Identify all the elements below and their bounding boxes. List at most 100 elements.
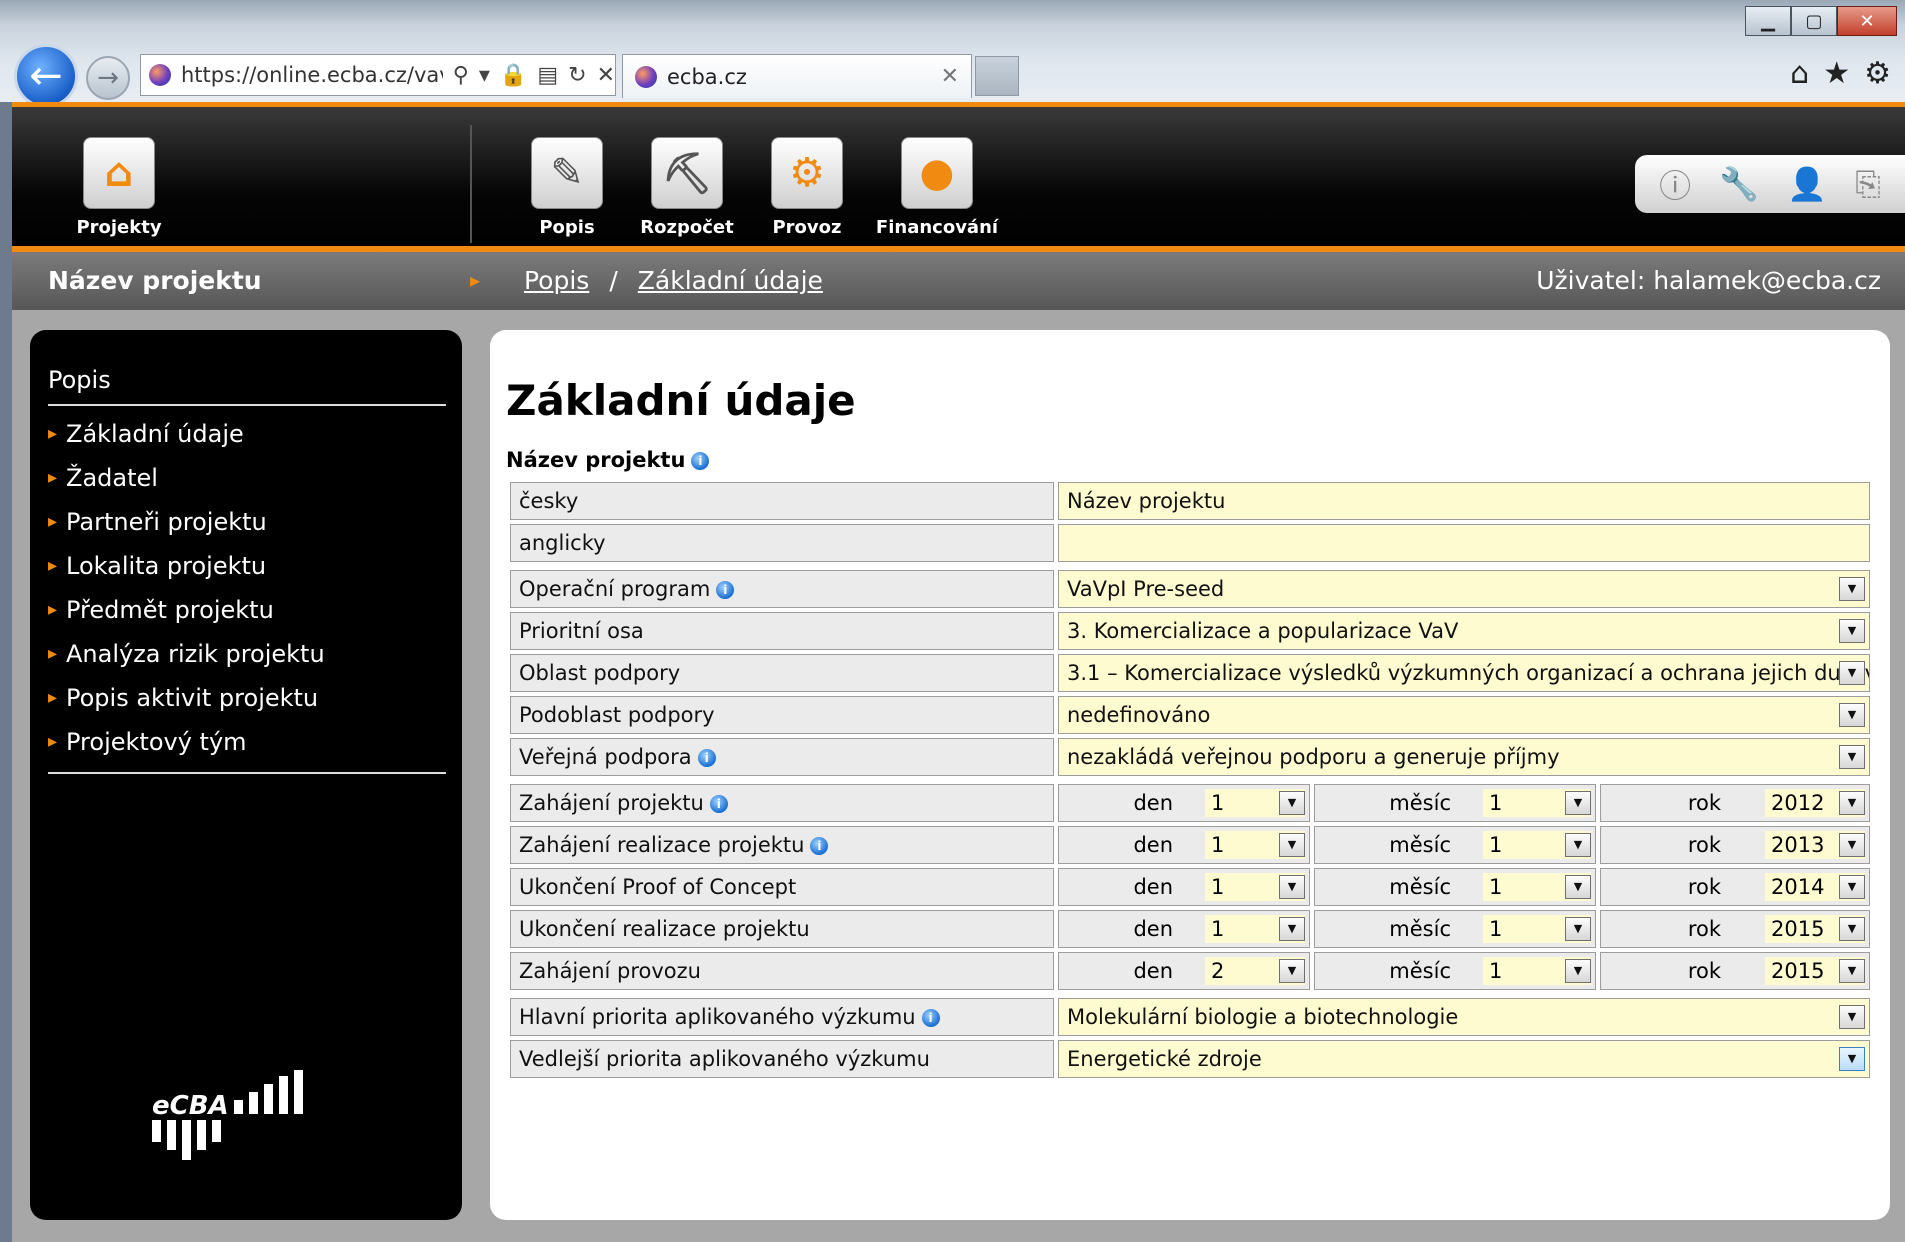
header-button-label: Projekty (76, 217, 162, 238)
gears-icon: ⚙ (771, 137, 843, 209)
month-label: měsíc (1389, 959, 1451, 983)
header-button-rozpocet[interactable]: ⛏ Rozpočet (632, 137, 742, 238)
sidebar-item-analyza-rizik[interactable]: Analýza rizik projektu (48, 634, 446, 678)
close-window-button[interactable]: ✕ (1837, 6, 1897, 36)
chevron-down-icon[interactable]: ▼ (1839, 1005, 1865, 1029)
chevron-down-icon[interactable]: ▼ (1565, 959, 1591, 983)
info-icon[interactable]: i (810, 837, 829, 855)
search-icon[interactable]: ⚲ (453, 63, 469, 88)
stop-icon[interactable]: ✕ (597, 63, 615, 88)
browser-tab[interactable]: ecba.cz ✕ (622, 54, 972, 98)
breadcrumb-link-zakladni-udaje[interactable]: Základní údaje (638, 266, 823, 295)
header-button-financovani[interactable]: ● Financování (872, 137, 1002, 238)
new-tab-button[interactable] (975, 56, 1019, 96)
chevron-down-icon[interactable]: ▼ (1839, 745, 1865, 769)
app-header: ⌂ Projekty ✎ Popis ⛏ Rozpočet ⚙ Provoz ●… (12, 102, 1905, 252)
dropdown-arrow-icon[interactable]: ▾ (479, 63, 490, 88)
month-field: měsíc 1 ▼ (1314, 784, 1596, 822)
field-label: Operační program i (510, 570, 1054, 608)
info-icon[interactable]: ⓘ (1659, 161, 1691, 207)
chevron-down-icon[interactable]: ▼ (1279, 875, 1305, 899)
wrench-icon[interactable]: 🔧 (1719, 165, 1759, 203)
chevron-down-icon[interactable]: ▼ (1839, 917, 1865, 941)
header-button-popis[interactable]: ✎ Popis (512, 137, 622, 238)
current-user: Uživatel: halamek@ecba.cz (1536, 266, 1881, 295)
sidebar-item-predmet[interactable]: Předmět projektu (48, 590, 446, 634)
chevron-down-icon[interactable]: ▼ (1565, 917, 1591, 941)
name-section-title: Název projektu i (506, 448, 710, 472)
chevron-down-icon[interactable]: ▼ (1839, 833, 1865, 857)
chevron-down-icon[interactable]: ▼ (1279, 917, 1305, 941)
name-cz-input[interactable]: Název projektu (1058, 482, 1870, 520)
chevron-down-icon[interactable]: ▼ (1839, 661, 1865, 685)
breadcrumb-link-popis[interactable]: Popis (524, 266, 589, 295)
month-field: měsíc 1 ▼ (1314, 868, 1596, 906)
field-label: Zahájení provozu (510, 952, 1054, 990)
prioritni-osa-select[interactable]: 3. Komercializace a popularizace VaV ▼ (1058, 612, 1870, 650)
chevron-down-icon[interactable]: ▼ (1279, 791, 1305, 815)
chevron-down-icon[interactable]: ▼ (1565, 875, 1591, 899)
compat-view-icon[interactable]: ▤ (537, 63, 558, 88)
sidebar-item-lokalita[interactable]: Lokalita projektu (48, 546, 446, 590)
vedlejsi-priorita-select[interactable]: Energetické zdroje ▼ (1058, 1040, 1870, 1078)
month-label: měsíc (1389, 875, 1451, 899)
operacni-program-select[interactable]: VaVpI Pre-seed ▼ (1058, 570, 1870, 608)
browser-chrome: ▁ ▢ ✕ ← → https://online.ecba.cz/vavp ⚲ … (0, 0, 1905, 108)
header-button-projekty[interactable]: ⌂ Projekty (64, 137, 174, 238)
chevron-down-icon[interactable]: ▼ (1565, 791, 1591, 815)
sidebar-item-zadatel[interactable]: Žadatel (48, 458, 446, 502)
podoblast-podpory-select[interactable]: nedefinováno ▼ (1058, 696, 1870, 734)
chevron-down-icon[interactable]: ▼ (1839, 791, 1865, 815)
name-en-input[interactable] (1058, 524, 1870, 562)
info-icon[interactable]: i (709, 795, 728, 813)
oblast-podpory-select[interactable]: 3.1 – Komercializace výsledků výzkumných… (1058, 654, 1870, 692)
year-field: rok 2015 ▼ (1600, 910, 1870, 948)
excavator-icon: ⛏ (651, 137, 723, 209)
chevron-down-icon[interactable]: ▼ (1839, 959, 1865, 983)
year-field: rok 2013 ▼ (1600, 826, 1870, 864)
sidebar-item-zakladni-udaje[interactable]: Základní údaje (48, 414, 446, 458)
info-icon[interactable]: i (716, 581, 735, 599)
home-icon[interactable]: ⌂ (1790, 56, 1809, 91)
refresh-icon[interactable]: ↻ (568, 63, 586, 88)
project-name: Název projektu (48, 266, 262, 295)
user-icon[interactable]: 👤 (1787, 165, 1827, 203)
back-button[interactable]: ← (14, 44, 78, 108)
sidebar-section-title: Popis (48, 366, 446, 406)
chevron-down-icon[interactable]: ▼ (1839, 703, 1865, 727)
hlavni-priorita-select[interactable]: Molekulární biologie a biotechnologie ▼ (1058, 998, 1870, 1036)
chevron-down-icon[interactable]: ▼ (1279, 959, 1305, 983)
field-label: anglicky (510, 524, 1054, 562)
verejna-podpora-select[interactable]: nezakládá veřejnou podporu a generuje př… (1058, 738, 1870, 776)
chevron-down-icon[interactable]: ▼ (1279, 833, 1305, 857)
logout-icon[interactable]: ⎘ (1855, 165, 1881, 204)
chevron-down-icon[interactable]: ▼ (1839, 577, 1865, 601)
lock-icon[interactable]: 🔒 (500, 63, 527, 88)
favorites-star-icon[interactable]: ★ (1823, 56, 1850, 91)
breadcrumb-arrow-icon: ▸ (470, 268, 481, 292)
sidebar-item-popis-aktivit[interactable]: Popis aktivit projektu (48, 678, 446, 722)
day-label: den (1133, 791, 1173, 815)
chevron-down-icon[interactable]: ▼ (1839, 619, 1865, 643)
header-button-provoz[interactable]: ⚙ Provoz (752, 137, 862, 238)
chevron-down-icon[interactable]: ▼ (1565, 833, 1591, 857)
sidebar-item-partneri[interactable]: Partneři projektu (48, 502, 446, 546)
day-label: den (1133, 959, 1173, 983)
browser-toolbar-icons: ⌂ ★ ⚙ (1790, 56, 1891, 91)
forward-button[interactable]: → (86, 56, 130, 100)
day-label: den (1133, 875, 1173, 899)
close-tab-icon[interactable]: ✕ (941, 64, 959, 89)
url-text[interactable]: https://online.ecba.cz/vavp (181, 63, 443, 87)
info-icon[interactable]: i (691, 452, 710, 470)
chevron-down-icon[interactable]: ▼ (1839, 1047, 1865, 1071)
maximize-button[interactable]: ▢ (1791, 6, 1837, 36)
sidebar-item-projektovy-tym[interactable]: Projektový tým (48, 722, 446, 766)
chevron-down-icon[interactable]: ▼ (1839, 875, 1865, 899)
breadcrumb: Název projektu ▸ Popis / Základní údaje Už… (12, 252, 1905, 310)
site-favicon-icon (149, 64, 171, 86)
info-icon[interactable]: i (697, 749, 716, 767)
minimize-button[interactable]: ▁ (1745, 6, 1791, 36)
info-icon[interactable]: i (921, 1009, 940, 1027)
address-bar[interactable]: https://online.ecba.cz/vavp ⚲ ▾ 🔒 ▤ ↻ ✕ (140, 54, 616, 96)
settings-gear-icon[interactable]: ⚙ (1864, 56, 1891, 91)
